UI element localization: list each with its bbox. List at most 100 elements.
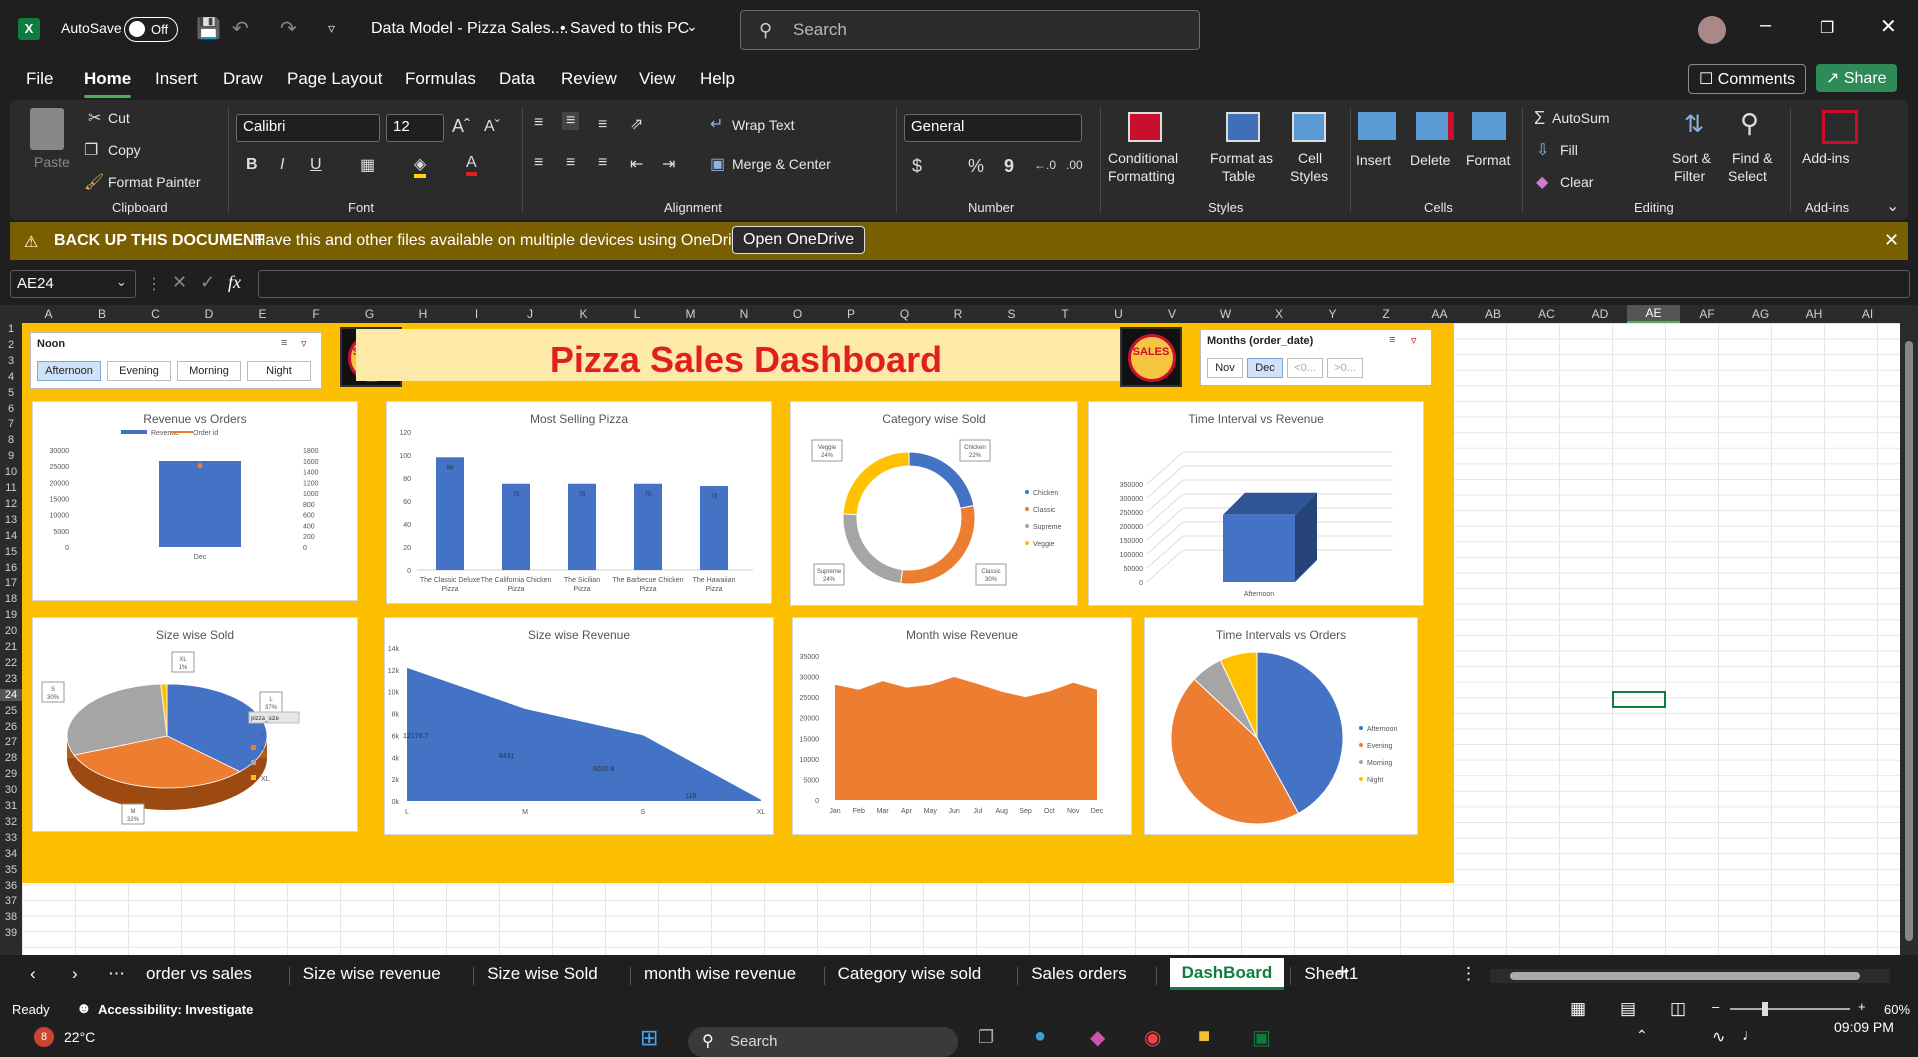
decrease-indent-icon[interactable]: ⇤ <box>630 154 643 174</box>
chart-month-wise-revenue[interactable]: Month wise Revenue 0 5000 10000 15000 20000 25… <box>792 617 1132 835</box>
worksheet-grid[interactable]: A B C D E F G H I J K L M N O P Q R S T U V W X Y Z AA AB AC AD AE AF AG… <box>0 305 1918 955</box>
column-header[interactable]: AE <box>1627 305 1680 323</box>
insert-cells-button[interactable]: Insert <box>1356 152 1391 168</box>
menu-home[interactable]: Home <box>84 69 132 98</box>
sheet-tab[interactable]: Sheet1 <box>1304 964 1358 984</box>
underline-button[interactable]: U <box>310 156 322 174</box>
cell-styles-icon[interactable] <box>1292 112 1326 142</box>
column-header[interactable]: J <box>504 307 557 321</box>
row-header[interactable]: 3 <box>0 355 22 367</box>
fill-button[interactable]: Fill <box>1560 142 1578 158</box>
share-button[interactable]: ↗ Share <box>1816 64 1897 92</box>
row-header[interactable]: 6 <box>0 403 22 415</box>
cell-styles-button[interactable]: Cell <box>1298 150 1322 166</box>
autosum-icon[interactable]: Σ <box>1534 108 1545 129</box>
page-break-icon[interactable]: ◫ <box>1670 999 1686 1019</box>
row-header[interactable]: 7 <box>0 418 22 430</box>
tabs-options-icon[interactable]: ⋮ <box>1460 964 1477 984</box>
currency-button[interactable]: $ <box>912 156 922 177</box>
format-painter-icon[interactable]: 🖌 <box>84 172 104 192</box>
vertical-scrollbar[interactable] <box>1900 323 1918 955</box>
column-header[interactable]: Q <box>878 307 931 321</box>
column-header[interactable]: B <box>76 307 129 321</box>
orientation-icon[interactable]: ⇗ <box>630 114 643 134</box>
column-header[interactable]: A <box>22 307 75 321</box>
chart-revenue-vs-orders[interactable]: Revenue vs Orders Revenue Order id 0 5000 100… <box>32 401 358 601</box>
wrap-text-icon[interactable]: ↵ <box>710 114 723 134</box>
slicer-item-nov[interactable]: Nov <box>1207 358 1243 378</box>
row-header[interactable]: 30 <box>0 784 22 796</box>
active-cell[interactable] <box>1612 691 1666 708</box>
row-header[interactable]: 8 <box>0 434 22 446</box>
close-icon[interactable]: ✕ <box>1880 14 1897 39</box>
row-header[interactable]: 22 <box>0 657 22 669</box>
italic-button[interactable]: I <box>280 156 284 174</box>
conditional-formatting-icon[interactable] <box>1128 112 1162 142</box>
cut-button[interactable]: Cut <box>108 110 130 126</box>
menu-review[interactable]: Review <box>561 69 617 89</box>
open-onedrive-button[interactable]: Open OneDrive <box>732 226 866 254</box>
sheet-tab[interactable]: month wise revenue <box>644 964 796 984</box>
row-header[interactable]: 33 <box>0 832 22 844</box>
menu-view[interactable]: View <box>639 69 676 89</box>
merge-center-button[interactable]: Merge & Center <box>732 156 831 172</box>
decrease-decimal-icon[interactable]: .00 <box>1066 158 1083 172</box>
chrome-icon[interactable]: ◉ <box>1144 1025 1161 1050</box>
accessibility-status[interactable]: Accessibility: Investigate <box>98 1002 253 1017</box>
column-header[interactable]: H <box>397 307 450 321</box>
minimize-icon[interactable]: – <box>1760 14 1771 37</box>
multi-select-icon[interactable]: ≡ <box>1389 334 1395 346</box>
align-center-icon[interactable]: ≡ <box>566 154 575 172</box>
column-header[interactable]: C <box>129 307 182 321</box>
addins-button[interactable]: Add-ins <box>1802 150 1849 166</box>
row-header[interactable]: 32 <box>0 816 22 828</box>
column-header[interactable]: T <box>1039 307 1092 321</box>
file-explorer-icon[interactable]: ■ <box>1198 1025 1210 1048</box>
row-header[interactable]: 35 <box>0 864 22 876</box>
search-box[interactable]: ⚲ Search <box>740 10 1200 50</box>
zoom-slider-thumb[interactable] <box>1762 1002 1768 1016</box>
slicer-item-evening[interactable]: Evening <box>107 361 171 381</box>
sheet-tab[interactable]: order vs sales <box>146 964 252 984</box>
column-header[interactable]: AB <box>1467 307 1520 321</box>
find-select-label2[interactable]: Select <box>1728 168 1767 184</box>
row-header[interactable]: 12 <box>0 498 22 510</box>
delete-cells-icon[interactable] <box>1416 112 1454 140</box>
format-as-table-icon[interactable] <box>1226 112 1260 142</box>
autosum-button[interactable]: AutoSum <box>1552 110 1610 126</box>
row-header[interactable]: 17 <box>0 577 22 589</box>
column-header[interactable]: G <box>343 307 396 321</box>
paste-label[interactable]: Paste <box>34 154 70 170</box>
column-header[interactable]: M <box>664 307 717 321</box>
format-as-table-label2[interactable]: Table <box>1222 168 1255 184</box>
save-status[interactable]: • Saved to this PC <box>560 20 689 38</box>
months-slicer[interactable]: Months (order_date) ≡ ▿ Nov Dec <0... >0… <box>1200 329 1432 386</box>
borders-icon[interactable]: ▦ <box>360 155 375 175</box>
column-header[interactable]: E <box>236 307 289 321</box>
chart-most-selling-pizza[interactable]: Most Selling Pizza 0 20 40 60 80 100 120 98 The C… <box>386 401 772 604</box>
menu-page-layout[interactable]: Page Layout <box>287 69 382 89</box>
menu-help[interactable]: Help <box>700 69 735 89</box>
insert-function-icon[interactable]: fx <box>228 272 241 293</box>
enter-icon[interactable]: ✓ <box>200 272 215 293</box>
menu-draw[interactable]: Draw <box>223 69 263 89</box>
row-header[interactable]: 5 <box>0 387 22 399</box>
save-icon[interactable]: 💾 <box>196 16 221 41</box>
task-view-icon[interactable]: ❐ <box>978 1027 994 1048</box>
prev-sheet-icon[interactable]: ‹ <box>30 964 36 984</box>
addins-icon[interactable] <box>1822 110 1858 144</box>
weather-badge[interactable]: 8 <box>34 1027 54 1047</box>
increase-indent-icon[interactable]: ⇥ <box>662 154 675 174</box>
eraser-icon[interactable]: ◆ <box>1536 172 1548 192</box>
time-slicer[interactable]: Noon ≡ ▿ Afternoon Evening Morning Night <box>30 332 322 389</box>
font-size-select[interactable]: 12 <box>386 114 444 142</box>
align-middle-icon[interactable]: ≡ <box>562 112 580 130</box>
sort-filter-icon[interactable]: ⇅ <box>1684 110 1704 139</box>
row-header[interactable]: 39 <box>0 927 22 939</box>
row-header[interactable]: 20 <box>0 625 22 637</box>
clear-filter-icon[interactable]: ▿ <box>1411 334 1417 347</box>
row-header[interactable]: 4 <box>0 371 22 383</box>
increase-font-icon[interactable]: Aˆ <box>452 116 470 137</box>
column-header[interactable]: I <box>450 307 503 321</box>
cancel-icon[interactable]: ✕ <box>172 272 187 293</box>
